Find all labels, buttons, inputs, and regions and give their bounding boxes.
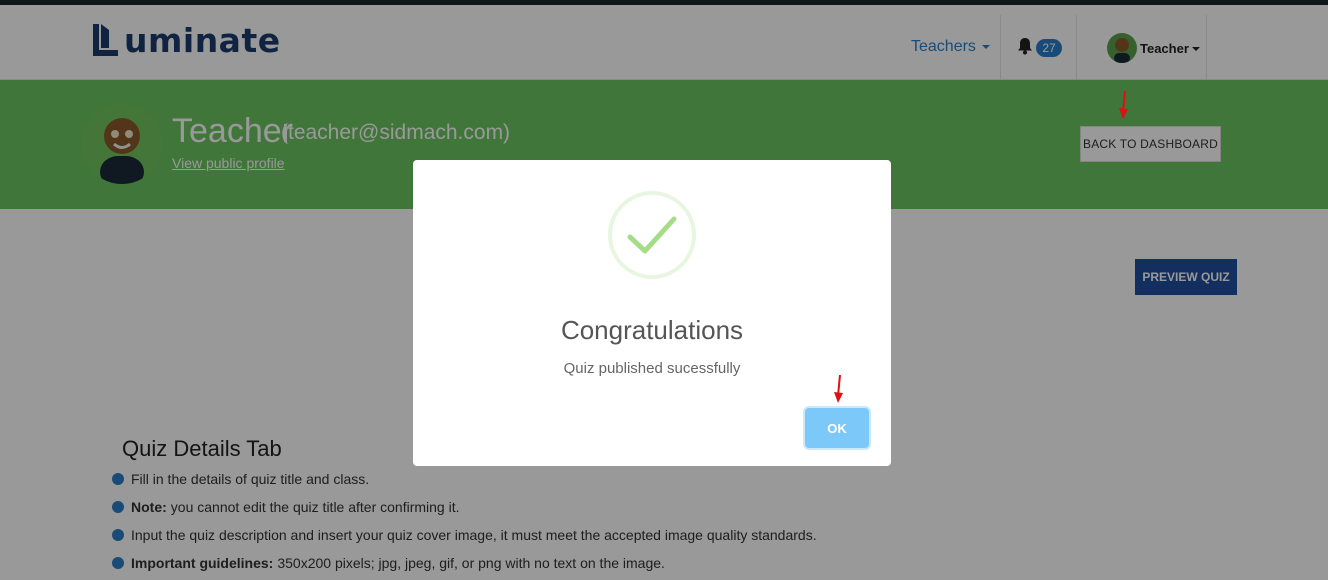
dialog-message: Quiz published sucessfully [563, 360, 741, 377]
red-arrow-annotation-icon [834, 374, 843, 403]
dialog-title: Congratulations [560, 315, 744, 345]
success-check-icon [608, 191, 696, 279]
check-icon [627, 216, 677, 254]
success-dialog: Congratulations Quiz published sucessful… [413, 160, 891, 466]
ok-button[interactable]: OK [805, 408, 869, 448]
red-arrow-annotation-icon [1119, 90, 1128, 119]
